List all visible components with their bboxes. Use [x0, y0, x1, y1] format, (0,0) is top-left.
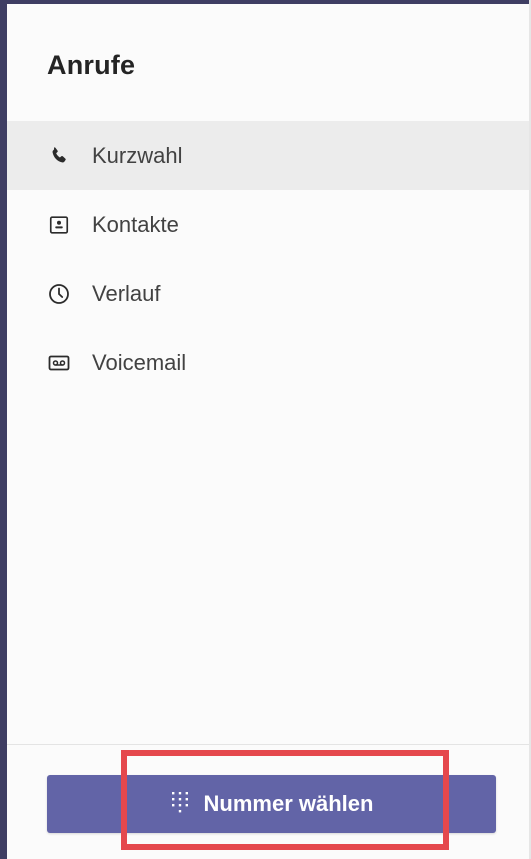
nav-item-kontakte[interactable]: Kontakte	[7, 190, 529, 259]
app-rail	[0, 0, 7, 859]
nav-item-label: Verlauf	[92, 280, 161, 306]
dial-number-label: Nummer wählen	[203, 791, 374, 816]
nav-item-label: Kontakte	[92, 211, 179, 237]
phone-icon	[47, 144, 71, 168]
dialpad-icon	[170, 790, 190, 819]
nav-item-verlauf[interactable]: Verlauf	[7, 259, 529, 328]
title-bar	[7, 0, 531, 4]
footer-divider	[7, 744, 529, 745]
voicemail-icon	[47, 351, 71, 375]
contact-card-icon	[47, 213, 71, 237]
clock-icon	[47, 282, 71, 306]
nav-item-kurzwahl[interactable]: Kurzwahl	[7, 121, 529, 190]
nav-item-label: Voicemail	[92, 349, 187, 375]
dial-number-button[interactable]: Nummer wählen	[47, 775, 496, 833]
calls-panel: Anrufe Kurzwahl Kontakte Verlauf Voicema…	[0, 0, 531, 859]
nav-item-label: Kurzwahl	[92, 142, 183, 168]
page-title: Anrufe	[47, 50, 136, 80]
nav-item-voicemail[interactable]: Voicemail	[7, 328, 529, 397]
calls-nav: Kurzwahl Kontakte Verlauf Voicemail	[7, 121, 529, 397]
